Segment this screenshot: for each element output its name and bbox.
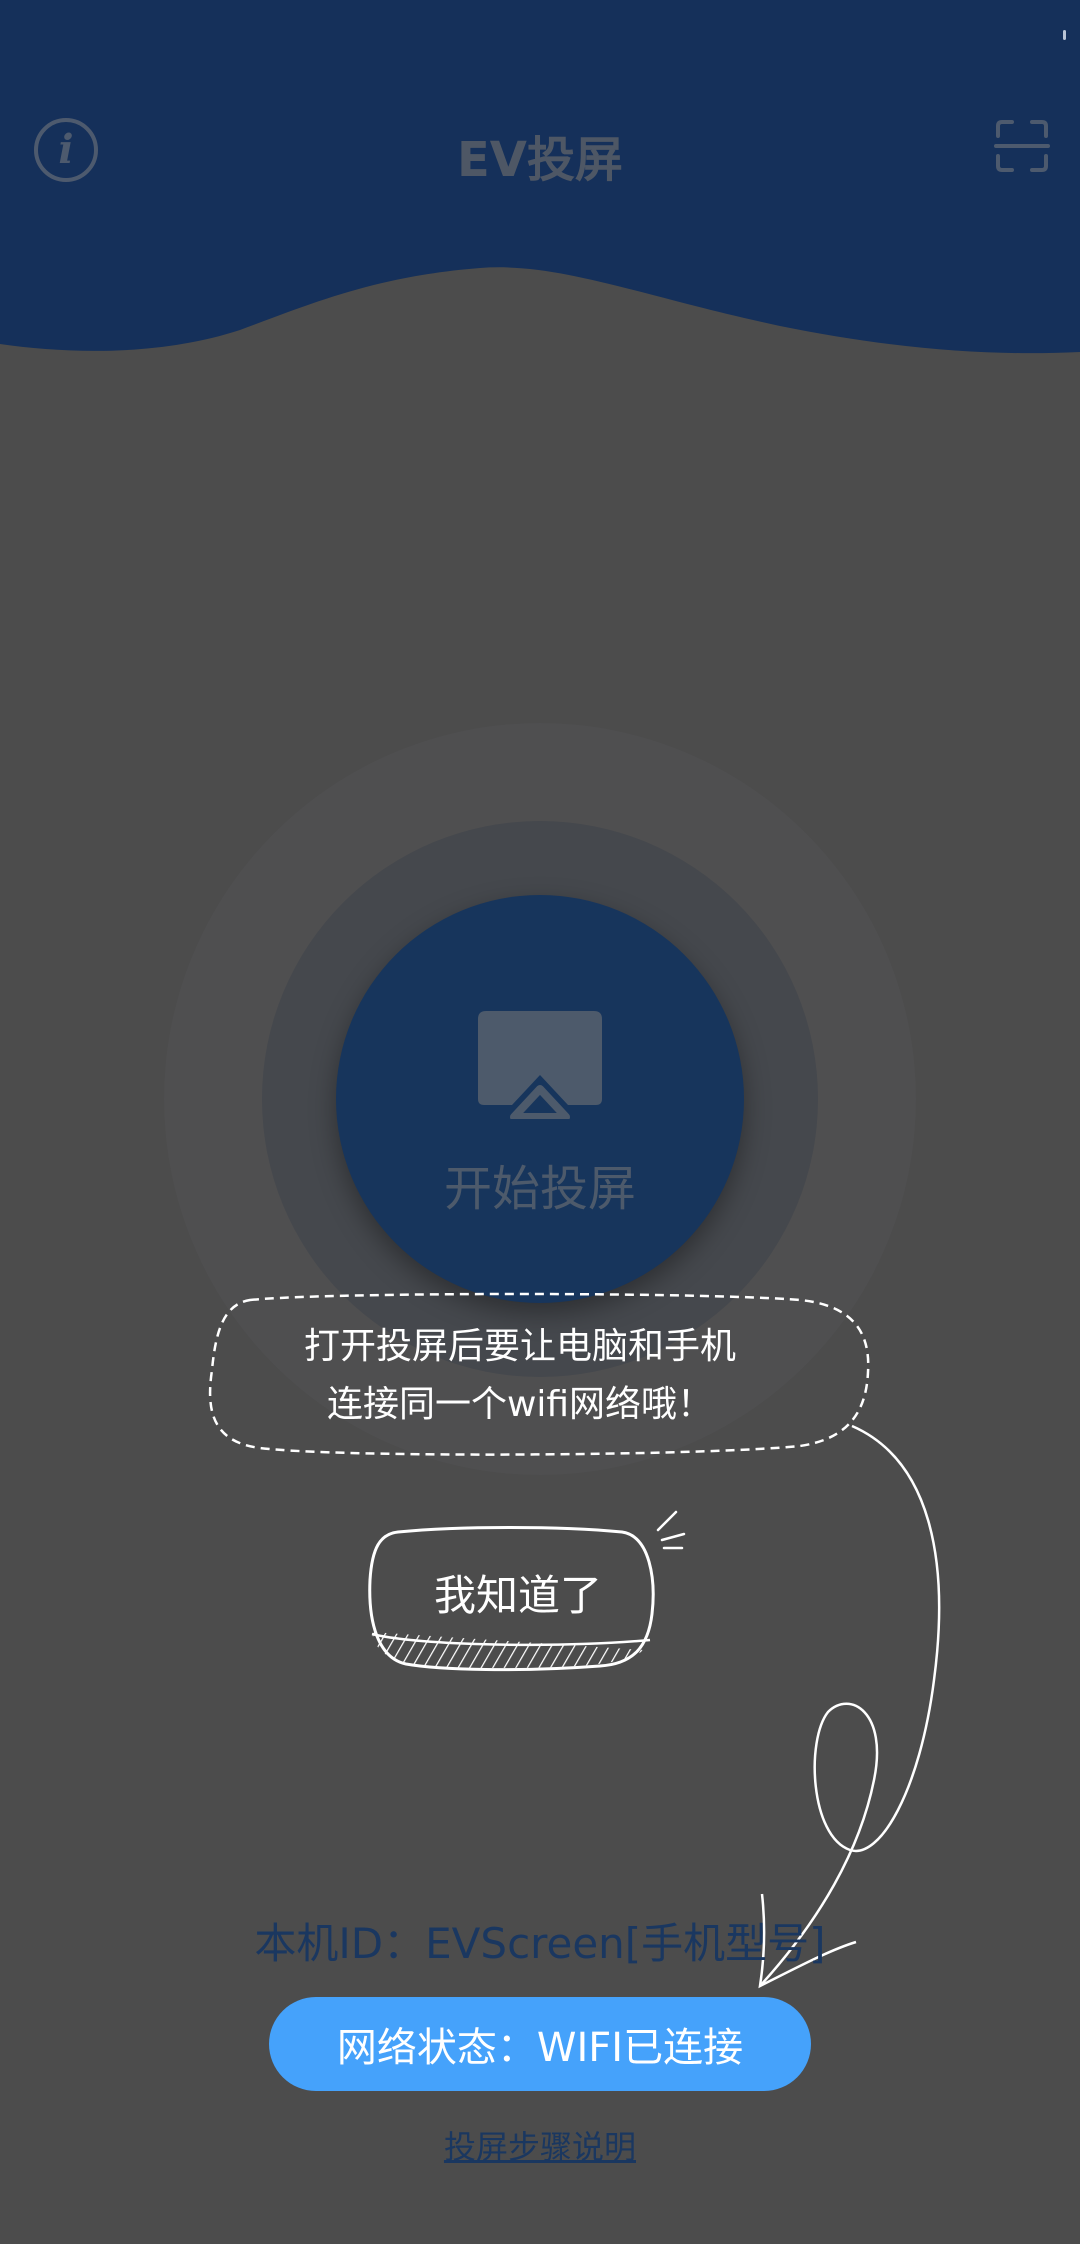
arrow-pointer <box>759 1424 941 1987</box>
start-cast-label: 开始投屏 <box>443 1161 636 1217</box>
tip-line-1: 打开投屏后要让电脑和手机 <box>303 1326 736 1367</box>
app-title: EV投屏 <box>457 132 623 188</box>
network-status-button[interactable]: 网络状态：WIFI已连接 <box>269 1997 811 2091</box>
device-id-label: 本机ID：EVScreen[手机型号] <box>254 1919 826 1968</box>
tip-message: 打开投屏后要让电脑和手机 连接同一个wifi网络哦！ <box>210 1318 830 1434</box>
scan-icon[interactable] <box>994 118 1050 174</box>
screen: i EV投屏 开始投屏 打开投屏后要让电脑和手机 连接同一个wifi网络哦！ 我… <box>0 0 1080 2244</box>
got-it-label: 我知道了 <box>433 1571 602 1620</box>
cast-guide-link[interactable]: 投屏步骤说明 <box>0 2122 1080 2168</box>
got-it-button[interactable]: 我知道了 <box>366 1522 656 1672</box>
screen-cast-icon <box>478 1011 602 1119</box>
tip-line-2: 连接同一个wifi网络哦！ <box>326 1384 714 1425</box>
start-cast-button[interactable]: 开始投屏 <box>336 895 744 1303</box>
status-indicator <box>1063 30 1066 40</box>
